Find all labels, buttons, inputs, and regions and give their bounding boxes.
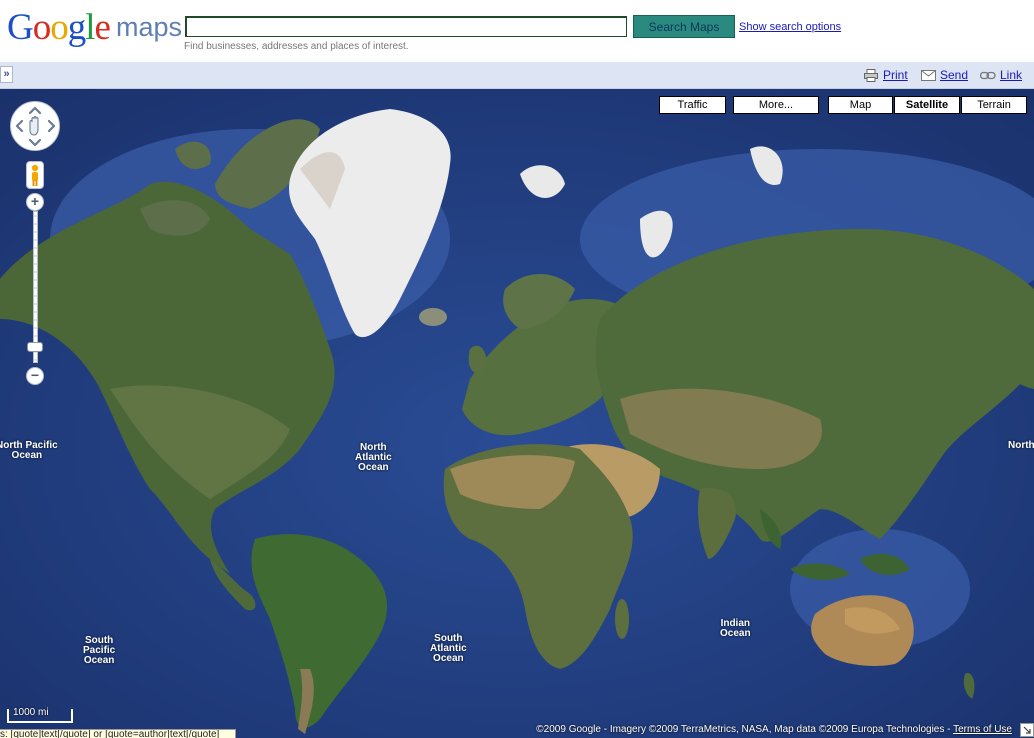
copyright-text: ©2009 Google - Imagery ©2009 TerraMetric… [536,724,951,735]
zoom-in-button[interactable]: + [26,193,44,211]
search-input[interactable] [185,16,627,37]
terms-of-use-link[interactable]: Terms of Use [953,724,1012,735]
send-link[interactable]: Send [940,68,968,82]
map-type-terrain-button[interactable]: Terrain [961,96,1027,114]
map-canvas[interactable]: Traffic More... Map Satellite Terrain + … [0,89,1034,738]
hand-icon [29,115,39,136]
ocean-label-north-pacific-east: North [1008,440,1034,451]
ocean-label-south-atlantic: South Atlantic Ocean [430,633,467,664]
zoom-slider-track[interactable] [33,211,38,363]
envelope-icon [921,70,936,81]
pan-control[interactable] [10,101,60,151]
maps-page: Google maps Search Maps Show search optio… [0,0,1034,738]
status-bar: s: [quote]text[/quote] or [quote=author]… [0,729,236,738]
toolbar: » Print Send Link [0,62,1034,89]
ocean-label-south-pacific: South Pacific Ocean [83,635,116,666]
google-maps-logo[interactable]: Google maps [7,6,182,50]
pegman-icon [31,164,39,186]
pegman-button[interactable] [26,161,44,189]
link-link[interactable]: Link [1000,68,1022,82]
ocean-label-north-pacific-west: North Pacific Ocean [0,440,58,461]
scale-label: 1000 mi [13,707,49,718]
zoom-ticks [34,215,37,361]
print-icon [864,69,878,82]
expand-icon [1023,726,1031,734]
map-type-map-button[interactable]: Map [828,96,893,114]
zoom-slider-handle[interactable] [27,342,43,353]
pan-arrows-icon [15,106,56,147]
maps-wordmark: maps [115,12,182,42]
more-button[interactable]: More... [733,96,819,114]
satellite-world-map [0,89,1034,738]
ocean-label-indian: Indian Ocean [720,618,751,639]
header: Google maps Search Maps Show search optio… [0,0,1034,62]
expand-panel-button[interactable]: » [0,66,13,83]
traffic-button[interactable]: Traffic [659,96,726,114]
overview-toggle-button[interactable] [1020,723,1034,737]
search-hint: Find businesses, addresses and places of… [184,41,409,52]
print-link[interactable]: Print [883,68,908,82]
map-type-satellite-button[interactable]: Satellite [894,96,960,114]
ocean-label-north-atlantic: North Atlantic Ocean [355,442,392,473]
show-search-options-link[interactable]: Show search options [739,21,841,33]
google-wordmark: Google [7,7,111,48]
link-icon [980,71,996,80]
zoom-out-button[interactable]: − [26,367,44,385]
copyright: ©2009 Google - Imagery ©2009 TerraMetric… [536,724,1012,735]
search-maps-button[interactable]: Search Maps [633,15,735,38]
